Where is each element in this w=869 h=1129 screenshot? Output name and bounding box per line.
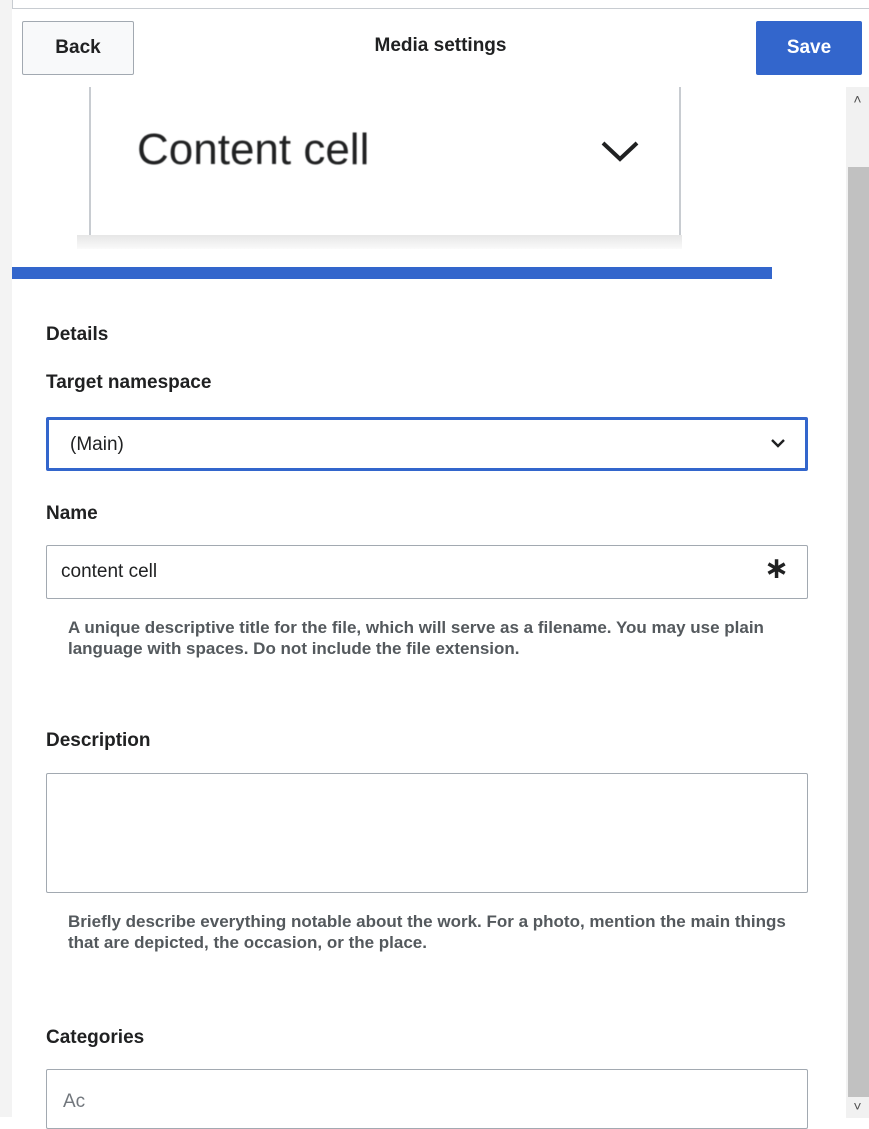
scroll-up-icon[interactable]: ˄ xyxy=(846,89,869,109)
save-button[interactable]: Save xyxy=(756,21,862,75)
chevron-down-icon xyxy=(771,439,785,448)
target-namespace-select[interactable]: (Main) xyxy=(46,417,808,471)
preview-bottom-edge xyxy=(77,235,682,249)
upload-progress-bar xyxy=(12,267,772,279)
scrollbar-thumb[interactable] xyxy=(848,167,869,1097)
media-preview: Content cell xyxy=(89,87,681,235)
target-namespace-value: (Main) xyxy=(70,434,124,455)
name-help-text: A unique descriptive title for the file,… xyxy=(68,618,764,658)
chevron-down-icon xyxy=(601,141,639,162)
description-label: Description xyxy=(46,730,151,751)
categories-label: Categories xyxy=(46,1027,145,1048)
categories-input[interactable]: Ac xyxy=(46,1069,808,1129)
scrollbar[interactable]: ˄ ˅ xyxy=(846,87,869,1118)
media-settings-dialog: Back Media settings Save Content cell De… xyxy=(12,8,869,1129)
dialog-title: Media settings xyxy=(374,35,507,56)
required-indicator: ∗ xyxy=(763,552,789,585)
preview-text: Content cell xyxy=(137,125,370,174)
description-help-text: Briefly describe everything notable abou… xyxy=(68,912,786,952)
dialog-header: Back Media settings Save xyxy=(12,9,869,87)
name-label: Name xyxy=(46,503,98,524)
description-textarea[interactable] xyxy=(46,773,808,893)
target-namespace-label: Target namespace xyxy=(46,372,212,393)
categories-placeholder: Ac xyxy=(63,1091,86,1112)
name-input-value: content cell xyxy=(61,561,158,582)
name-input[interactable]: content cell ∗ xyxy=(46,545,808,599)
section-title-details: Details xyxy=(46,324,109,345)
scroll-down-icon[interactable]: ˅ xyxy=(846,1096,869,1116)
back-button[interactable]: Back xyxy=(22,21,134,75)
